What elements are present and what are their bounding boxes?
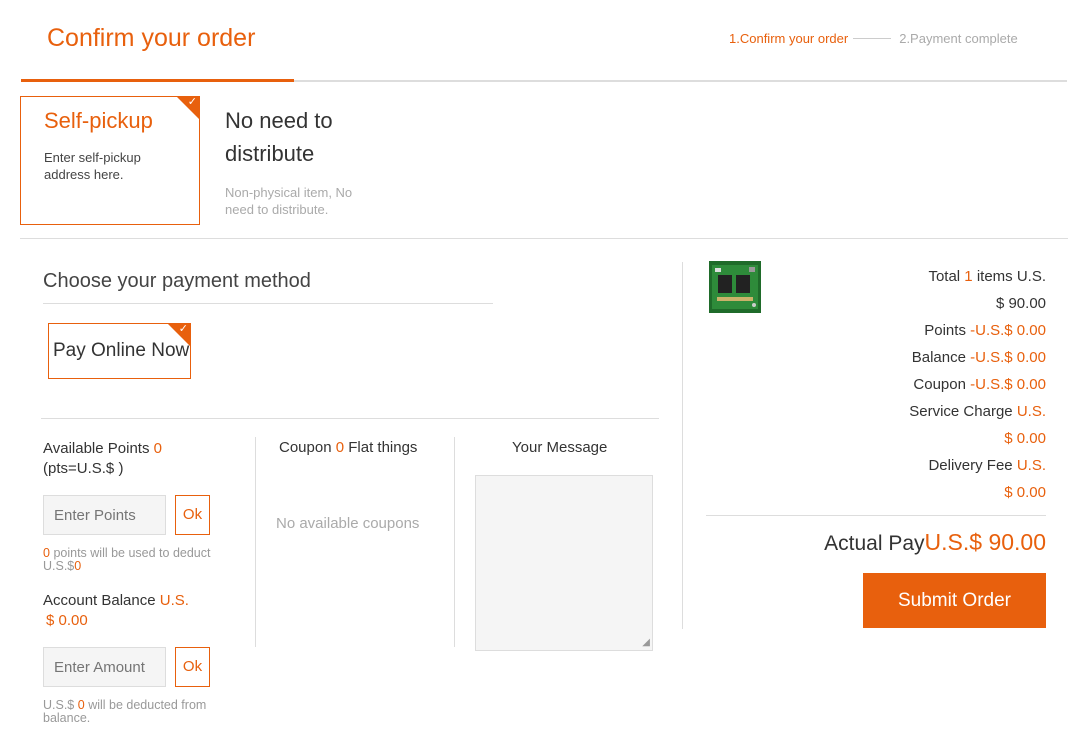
delivery-option-self-pickup[interactable]: ✓ Self-pickup Enter self-pickup address … <box>20 96 200 225</box>
summary-service-charge: Service Charge U.S. <box>826 398 1046 425</box>
balance-note: U.S.$ 0 will be deducted from balance. <box>43 699 213 725</box>
coupon-empty-state: No available coupons <box>276 515 420 532</box>
balance-amount: $ 0.00 <box>46 612 88 629</box>
points-note-text: points will be used to deduct U.S.$ <box>43 546 211 573</box>
summary-coupon-label: Coupon <box>913 376 966 393</box>
summary-total: Total 1 items U.S. <box>826 263 1046 290</box>
actual-pay-label: Actual Pay <box>824 532 925 555</box>
step-connector <box>853 38 892 39</box>
summary-service-value: $ 0.00 <box>1004 430 1046 447</box>
summary-points: Points -U.S.$ 0.00 <box>826 317 1046 344</box>
checkmark-icon: ✓ <box>178 323 188 335</box>
available-points-label: Available Points 0 (pts=U.S.$ ) <box>43 439 162 479</box>
payment-heading: Choose your payment method <box>43 270 311 292</box>
summary-total-prefix: Total <box>928 268 961 285</box>
summary-total-amount: $ 90.00 <box>995 295 1046 312</box>
column-divider <box>454 437 455 647</box>
summary-divider <box>682 262 683 629</box>
summary-item-count: 1 <box>964 268 973 285</box>
step-payment-complete: 2.Payment complete <box>899 31 1018 46</box>
balance-ok-button[interactable]: Ok <box>175 647 210 687</box>
section-divider <box>41 418 659 419</box>
summary-delivery-value: $ 0.00 <box>1004 484 1046 501</box>
actual-pay: Actual PayU.S.$ 90.00 <box>824 529 1046 556</box>
summary-delivery-fee: Delivery Fee U.S. <box>826 452 1046 479</box>
payment-heading-divider <box>43 303 493 304</box>
points-count: 0 <box>153 440 162 457</box>
actual-pay-amount: U.S.$ 90.00 <box>924 529 1046 555</box>
title-divider-accent <box>21 79 294 82</box>
message-textarea[interactable]: ◢ <box>475 475 653 651</box>
summary-points-label: Points <box>924 322 966 339</box>
account-balance-label: Account Balance U.S. $ 0.00 <box>43 591 189 631</box>
submit-order-button[interactable]: Submit Order <box>863 573 1046 628</box>
page-title: Confirm your order <box>47 24 256 52</box>
summary-rule <box>706 515 1046 516</box>
summary-service-currency: U.S. <box>1016 403 1046 420</box>
summary-coupon-value: -U.S.$ 0.00 <box>970 376 1046 393</box>
balance-currency: U.S. <box>159 592 189 609</box>
delivery-option-desc: Non-physical item, No need to distribute… <box>225 185 353 217</box>
balance-amount-input[interactable] <box>43 647 166 687</box>
summary-points-value: -U.S.$ 0.00 <box>970 322 1046 339</box>
points-note-amount: 0 <box>74 559 82 573</box>
summary-total-suffix: items U.S. <box>976 268 1046 285</box>
balance-note-amount: 0 <box>77 698 85 712</box>
product-thumbnail <box>709 261 761 313</box>
section-divider <box>20 238 1068 239</box>
summary-balance-value: -U.S.$ 0.00 <box>970 349 1046 366</box>
points-rate: (pts=U.S.$ ) <box>43 460 124 477</box>
points-note: 0 points will be used to deduct U.S.$0 <box>43 547 213 573</box>
balance-note-prefix: U.S.$ <box>43 698 75 712</box>
summary-delivery-currency: U.S. <box>1016 457 1046 474</box>
payment-option-online[interactable]: Pay Online Now ✓ <box>48 323 191 379</box>
balance-label-text: Account Balance <box>43 592 156 609</box>
points-label-text: Available Points <box>43 440 150 457</box>
delivery-option-title: Self-pickup <box>44 108 153 133</box>
points-ok-button[interactable]: Ok <box>175 495 210 535</box>
points-note-count: 0 <box>43 546 50 560</box>
summary-coupon: Coupon -U.S.$ 0.00 <box>826 371 1046 398</box>
coupon-label: Coupon 0 Flat things <box>279 439 417 456</box>
order-summary: Total 1 items U.S. $ 90.00 Points -U.S.$… <box>826 263 1046 506</box>
circuit-board-icon <box>709 261 761 313</box>
summary-balance: Balance -U.S.$ 0.00 <box>826 344 1046 371</box>
coupon-label-text: Coupon <box>279 439 332 456</box>
step-confirm: 1.Confirm your order <box>729 31 849 46</box>
checkmark-icon: ✓ <box>187 96 197 108</box>
delivery-option-title: No need to distribute <box>225 108 333 166</box>
message-label: Your Message <box>512 439 608 456</box>
resize-grip-icon[interactable]: ◢ <box>642 638 650 648</box>
summary-balance-label: Balance <box>911 349 966 366</box>
delivery-option-no-distribute[interactable]: No need to distribute Non-physical item,… <box>225 104 365 218</box>
summary-delivery-label: Delivery Fee <box>928 457 1013 474</box>
coupon-label-suffix: Flat things <box>348 439 418 456</box>
coupon-count: 0 <box>335 439 345 456</box>
delivery-option-desc: Enter self-pickup address here. <box>44 150 141 182</box>
points-input[interactable] <box>43 495 166 535</box>
summary-service-label: Service Charge <box>909 403 1013 420</box>
column-divider <box>255 437 256 647</box>
progress-steps: 1.Confirm your order 2.Payment complete <box>729 31 1018 46</box>
